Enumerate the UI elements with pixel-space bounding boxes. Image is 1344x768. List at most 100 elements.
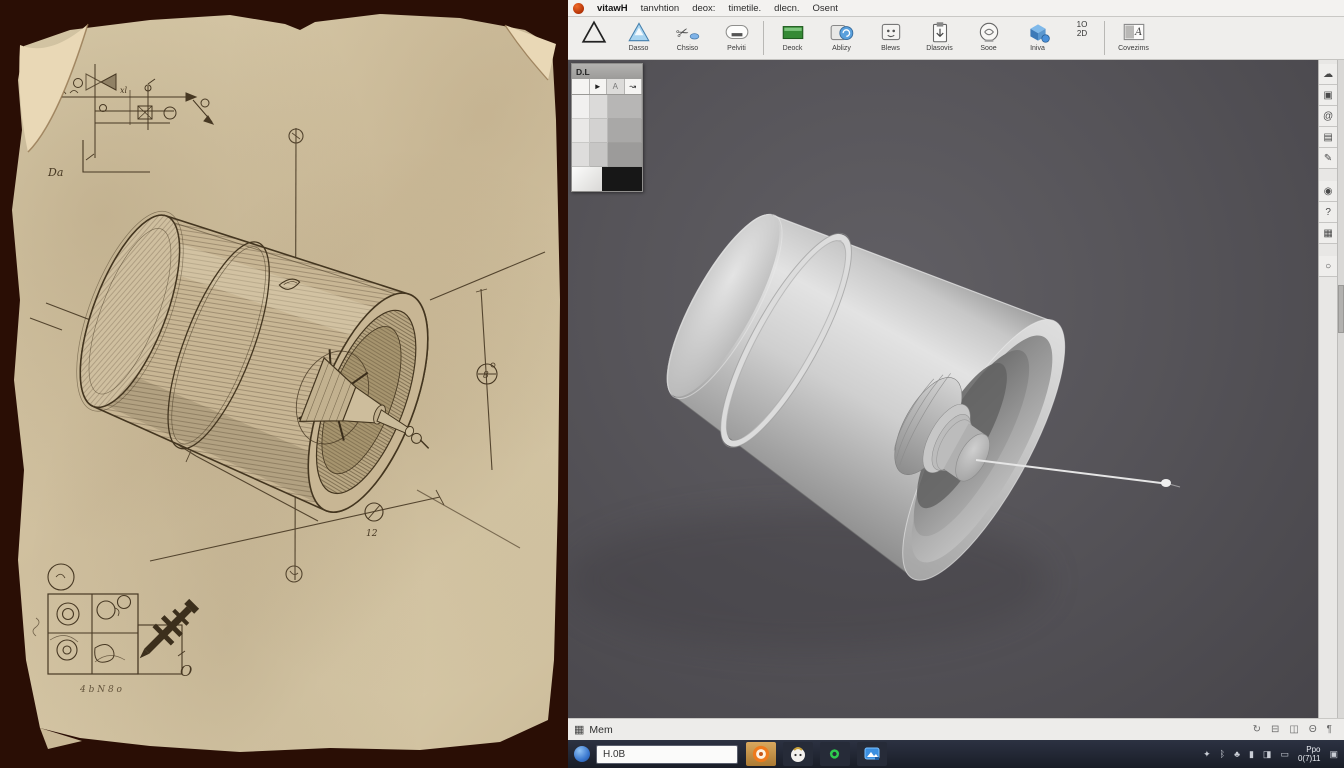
title-bar: vitawH tanvhtion deox: timetile. dlecn. … (568, 0, 1344, 17)
color-palette-panel: D.L ► A ↝ (571, 63, 643, 192)
cad-application-window: vitawH tanvhtion deox: timetile. dlecn. … (568, 0, 1344, 768)
tray-battery-icon[interactable]: ▮ (1249, 749, 1254, 760)
tray-volume-icon[interactable]: ◨ (1263, 749, 1272, 760)
os-taskbar: H.0B (568, 740, 1344, 768)
menu-item-4[interactable]: dlecn. (774, 3, 799, 14)
swatch-white[interactable] (572, 167, 602, 191)
tool-cloud-icon[interactable]: ☁ (1319, 64, 1337, 85)
swatch[interactable] (608, 95, 642, 119)
toolbar-chsiso-button[interactable]: ✂ Chsiso (663, 19, 712, 53)
tray-show-desktop-icon[interactable]: ▣ (1329, 749, 1338, 760)
palette-bw-row (572, 167, 642, 191)
photos-icon (863, 745, 881, 763)
minus-box-icon[interactable]: ⊟ (1271, 724, 1279, 735)
swatch[interactable] (608, 143, 642, 167)
app-icon (573, 3, 584, 14)
dims-1o-label: 1O (1077, 20, 1088, 29)
tray-page-icon[interactable]: ▭ (1280, 749, 1289, 760)
tool-stamp-icon[interactable]: ▤ (1319, 127, 1337, 148)
toolbar-dims-toggle[interactable]: 1O 2D (1062, 19, 1102, 38)
green-block-icon (780, 20, 806, 44)
tray-bluetooth-icon[interactable]: ᛒ (1220, 749, 1225, 759)
toolbar-separator (1104, 21, 1105, 55)
toolbar-iniva-button[interactable]: Iniva (1013, 19, 1062, 53)
face-icon (789, 745, 807, 763)
swatch[interactable] (590, 95, 608, 119)
scrollbar-thumb[interactable] (1338, 285, 1344, 333)
palette-nav-2[interactable]: ► (590, 79, 608, 94)
palette-nav: ► A ↝ (572, 79, 642, 95)
menu-item-3[interactable]: timetile. (728, 3, 761, 14)
tool-at-icon[interactable]: @ (1319, 106, 1337, 127)
tool-pen-icon[interactable]: ✎ (1319, 148, 1337, 169)
content-area: D.L ► A ↝ (568, 60, 1344, 718)
clipboard-icon (927, 20, 953, 44)
svg-text:4 b N 8 o: 4 b N 8 o (79, 685, 123, 695)
toolbar-sooe-button[interactable]: Sooe (964, 19, 1013, 53)
toolbar-dasso-button[interactable]: Dasso (614, 19, 663, 53)
viewport-3d[interactable]: D.L ► A ↝ (568, 60, 1318, 718)
menu-item-5[interactable]: Osent (813, 3, 838, 14)
taskbar-app-browser[interactable] (746, 742, 776, 766)
svg-text:12: 12 (366, 529, 378, 539)
split-box-icon[interactable]: ◫ (1289, 724, 1298, 735)
status-bar: ▦ Mem ↻ ⊟ ◫ Θ ¶ (568, 718, 1344, 740)
toolbar-blews-button[interactable]: Blews (866, 19, 915, 53)
right-tool-column: ☁ ▣ @ ▤ ✎ ◉ ? ▦ ○ (1318, 60, 1344, 718)
theta-icon[interactable]: Θ (1309, 724, 1317, 735)
window-face-icon (878, 20, 904, 44)
mini-diagram-bottom: O 4 b N 8 o (33, 564, 203, 695)
tool-dot-icon[interactable]: ○ (1319, 256, 1337, 277)
tool-page-icon[interactable]: ▣ (1319, 85, 1337, 106)
taskbar-search-input[interactable]: H.0B (596, 745, 738, 764)
tool-help-icon[interactable]: ? (1319, 202, 1337, 223)
palette-nav-3[interactable]: A (607, 79, 625, 94)
swatch[interactable] (572, 143, 590, 167)
swatch[interactable] (590, 119, 608, 143)
toolbar-deock-button[interactable]: Deock (768, 19, 817, 53)
palette-nav-1[interactable] (572, 79, 590, 94)
viewport-3d-render (568, 60, 1318, 718)
tray-network-icon[interactable]: ♣ (1234, 749, 1240, 759)
toolbar-covezims-button[interactable]: A Covezims (1109, 19, 1158, 53)
swatch[interactable] (572, 119, 590, 143)
tool-pin-icon[interactable]: ◉ (1319, 181, 1337, 202)
grid-icon: ▦ (574, 723, 584, 736)
toolbar-dlasovis-button[interactable]: Dlasovis (915, 19, 964, 53)
menu-item-1[interactable]: tanvhtion (641, 3, 680, 14)
parchment-page: 8 12 (0, 0, 568, 768)
screenshot-root: 8 12 (0, 0, 1344, 768)
green-loops-icon (825, 746, 845, 762)
tool-box-icon[interactable]: ▦ (1319, 223, 1337, 244)
palette-nav-4[interactable]: ↝ (625, 79, 643, 94)
svg-text:Da: Da (47, 166, 63, 179)
refresh-icon[interactable]: ↻ (1253, 724, 1261, 735)
toolbar-ablizy-button[interactable]: Ablizy (817, 19, 866, 53)
pilcrow-icon[interactable]: ¶ (1327, 724, 1332, 735)
swatch[interactable] (590, 143, 608, 167)
vertical-scrollbar[interactable] (1337, 60, 1344, 718)
svg-text:A: A (1134, 27, 1142, 38)
menu-item-2[interactable]: deox: (692, 3, 715, 14)
parchment-sketch: 8 12 (0, 0, 568, 768)
blue-box-arrow-icon (829, 20, 855, 44)
toolbar-triangle-tool[interactable] (574, 19, 614, 44)
toolbar-separator (763, 21, 764, 55)
svg-text:O: O (180, 662, 192, 680)
swatch[interactable] (608, 119, 642, 143)
start-button-icon[interactable] (574, 746, 590, 762)
cylinder-sketch (51, 189, 478, 537)
taskbar-app-chat[interactable] (783, 742, 813, 766)
image-icon: A (1121, 20, 1147, 44)
taskbar-clock[interactable]: Ppo 0(7)11 (1298, 745, 1321, 763)
palette-title: D.L (572, 64, 642, 79)
browser-icon (752, 745, 770, 763)
toolbar-pelviti-button[interactable]: Pelviti (712, 19, 761, 53)
system-tray: ✦ ᛒ ♣ ▮ ◨ ▭ Ppo 0(7)11 ▣ (1203, 745, 1338, 763)
taskbar-app-photos[interactable] (857, 742, 887, 766)
app-name: vitawH (597, 3, 628, 14)
tray-sparkle-icon[interactable]: ✦ (1203, 749, 1211, 760)
taskbar-app-green[interactable] (820, 742, 850, 766)
swatch-black[interactable] (602, 167, 642, 191)
swatch[interactable] (572, 95, 590, 119)
